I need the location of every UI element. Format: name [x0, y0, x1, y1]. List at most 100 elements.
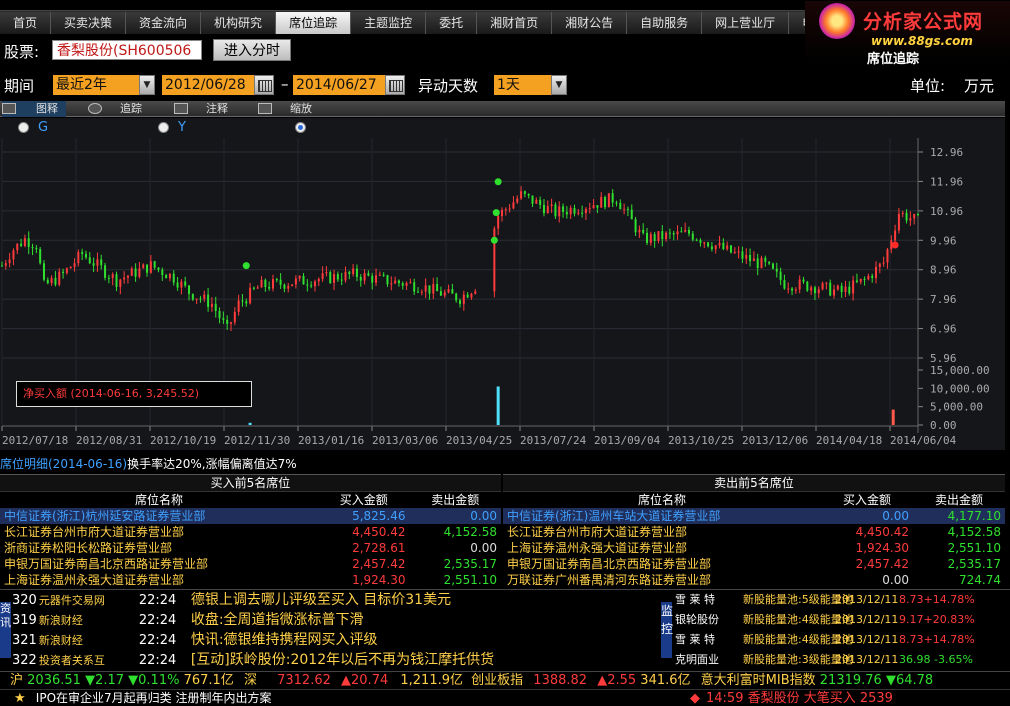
monitor-item[interactable]: 雪 莱 特 新股能量池:4级能量池2013/12/118.73+14.78% — [675, 630, 1010, 650]
monitor-vertical-tab[interactable]: 监控 — [661, 602, 673, 658]
legend-tool-button[interactable]: 图释 — [2, 101, 66, 117]
start-date-input[interactable]: 2012/06/28 — [162, 75, 254, 95]
candle-body — [100, 259, 103, 266]
candle-body — [203, 294, 206, 299]
end-calendar-icon[interactable] — [385, 75, 405, 95]
end-date-input[interactable]: 2014/06/27 — [293, 75, 385, 95]
legend-radio-g[interactable] — [18, 122, 29, 133]
candle-body — [333, 274, 336, 283]
candle-body — [722, 242, 725, 250]
candle-body — [226, 319, 229, 324]
candle-body — [340, 279, 343, 281]
sell-sell-amount: 2,535.17 — [947, 557, 1001, 571]
sell-row[interactable]: 上海证券温州永强大道证券营业部 1,924.30 2,551.10 — [503, 540, 1005, 556]
candle-body — [397, 280, 400, 284]
nav-tab-6[interactable]: 委托 — [426, 12, 478, 34]
candle-body — [115, 274, 118, 287]
brand-logo: 分析家公式网 www.88gs.com 席位追踪 — [805, 1, 1010, 67]
candle-body — [382, 274, 385, 276]
buy-row[interactable]: 浙商证券松阳长松路证券营业部 2,728.61 0.00 — [0, 540, 501, 556]
legend-radio-selected[interactable] — [295, 122, 306, 133]
nav-tab-8[interactable]: 湘财公告 — [552, 12, 628, 34]
monitor-stock: 雪 莱 特 — [675, 633, 715, 646]
unit-label: 单位: — [910, 77, 946, 95]
buy-row[interactable]: 上海证券温州永强大道证券营业部 1,924.30 2,551.10 — [0, 572, 501, 588]
track-tool-button[interactable]: 追踪 — [88, 101, 142, 117]
intl-label: 意大利富时MIB指数 — [700, 673, 816, 688]
sell-top5-panel: 卖出前5名席位 席位名称 买入金额 卖出金额 中信证券(浙江)温州车站大道证券营… — [503, 474, 1005, 588]
time-tick-label: 2014/04/18 — [816, 434, 882, 447]
buy-row[interactable]: 长江证券台州市府大道证券营业部 4,450.42 4,152.58 — [0, 524, 501, 540]
ticker-right[interactable]: 14:59 香梨股份 大笔买入 2539 — [706, 690, 893, 706]
chart-toolbar: 图释 追踪 注释 缩放 — [0, 101, 1005, 117]
candle-body — [466, 294, 469, 298]
nav-tab-1[interactable]: 买卖决策 — [51, 12, 127, 34]
candle-body — [195, 298, 198, 300]
intl-value[interactable]: 21319.76 — [820, 672, 882, 690]
candle-body — [588, 208, 591, 210]
nav-tab-7[interactable]: 湘财首页 — [477, 12, 553, 34]
seat-detail-desc: 换手率达20%,涨幅偏离值达7% — [127, 457, 297, 471]
monitor-item[interactable]: 雪 莱 特 新股能量池:5级能量池2013/12/118.73+14.78% — [675, 590, 1010, 610]
sz-value[interactable]: 7312.62 — [277, 672, 331, 690]
news-item[interactable]: 320 元器件交易网 22:24 德银上调去哪儿评级至买入 目标价31美元 — [12, 590, 642, 610]
sell-row[interactable]: 中信证券(浙江)温州车站大道证券营业部 0.00 4,177.10 — [503, 508, 1005, 524]
news-item[interactable]: 319 新浪财经 22:24 收盘:全周道指微涨标普下滑 — [12, 610, 642, 630]
candle-body — [317, 279, 320, 282]
sell-row[interactable]: 万联证券广州番禺清河东路证券营业部 0.00 724.74 — [503, 572, 1005, 588]
candle-body — [508, 208, 511, 210]
legend-radio-y[interactable] — [158, 122, 169, 133]
candle-body — [688, 229, 690, 234]
monitor-item[interactable]: 银轮股份 新股能量池:4级能量池2013/12/119.17+20.83% — [675, 610, 1010, 630]
candle-body — [81, 251, 84, 254]
sell-row[interactable]: 申银万国证券南昌北京西路证券营业部 2,457.42 2,535.17 — [503, 556, 1005, 572]
candle-body — [836, 285, 839, 290]
candle-body — [73, 263, 76, 267]
sell-sell-amount: 4,152.58 — [947, 525, 1001, 539]
candle-body — [848, 286, 851, 294]
period-range-dropdown-icon[interactable]: ▼ — [139, 75, 155, 95]
zoom-tool-button[interactable]: 缩放 — [258, 101, 312, 117]
candle-body — [12, 250, 15, 260]
period-range-select[interactable]: 最近2年 — [53, 75, 139, 95]
monitor-date: 2013/12/11 — [835, 653, 899, 666]
abnormal-days-dropdown-icon[interactable]: ▼ — [551, 75, 567, 95]
stock-row: 股票: 香梨股份(SH600506 进入分时 — [0, 38, 800, 64]
intl-change: ▼64.78 — [885, 673, 934, 688]
net-buy-volume-bar — [891, 409, 895, 425]
stock-input[interactable]: 香梨股份(SH600506 — [52, 40, 202, 60]
buy-row[interactable]: 申银万国证券南昌北京西路证券营业部 2,457.42 2,535.17 — [0, 556, 501, 572]
ticker-bar: ★ IPO在审企业7月起再归类 注册制年内出方案 ◆ 14:59 香梨股份 大笔… — [0, 689, 1010, 706]
nav-tab-9[interactable]: 自助服务 — [627, 12, 703, 34]
sell-row[interactable]: 长江证券台州市府大道证券营业部 4,450.42 4,152.58 — [503, 524, 1005, 540]
nav-tab-2[interactable]: 资金流向 — [126, 12, 202, 34]
candle-body — [35, 248, 38, 250]
sz-change: ▲20.74 — [341, 673, 389, 688]
nav-tab-4[interactable]: 席位追踪 — [276, 12, 352, 34]
news-item[interactable]: 321 新浪财经 22:24 快讯:德银维持携程网买入评级 — [12, 630, 642, 650]
monitor-item[interactable]: 克明面业 新股能量池:3级能量池2013/12/1136.98 -3.65% — [675, 650, 1010, 670]
cy-value[interactable]: 1388.82 — [533, 672, 587, 690]
candle-body — [909, 218, 912, 221]
annotate-tool-button[interactable]: 注释 — [174, 101, 228, 117]
nav-tab-10[interactable]: 网上营业厅 — [702, 12, 790, 34]
candle-body — [581, 212, 584, 214]
news-item[interactable]: 322 投资者关系互 22:24 [互动]跃岭股份:2012年以后不再为钱江摩托供货 — [12, 650, 642, 670]
nav-tab-3[interactable]: 机构研究 — [201, 12, 277, 34]
ticker-left[interactable]: IPO在审企业7月起再归类 注册制年内出方案 — [36, 691, 272, 705]
candle-body — [96, 259, 99, 266]
nav-tab-5[interactable]: 主题监控 — [351, 12, 427, 34]
candle-body — [539, 199, 542, 205]
seat-detail-title[interactable]: 席位明细(2014-06-16) — [0, 457, 127, 471]
nav-tab-0[interactable]: 首页 — [0, 12, 52, 34]
start-calendar-icon[interactable] — [254, 75, 274, 95]
candle-body — [905, 212, 908, 221]
news-vertical-tab[interactable]: 资讯 — [0, 602, 11, 658]
enter-intraday-button[interactable]: 进入分时 — [213, 39, 291, 61]
sh-value[interactable]: 2036.51 — [27, 672, 81, 690]
buy-row[interactable]: 中信证券(浙江)杭州延安路证券营业部 5,825.46 0.00 — [0, 508, 501, 524]
candle-body — [649, 234, 652, 243]
candle-body — [443, 292, 446, 296]
candle-body — [867, 275, 870, 280]
abnormal-days-select[interactable]: 1天 — [494, 75, 551, 95]
